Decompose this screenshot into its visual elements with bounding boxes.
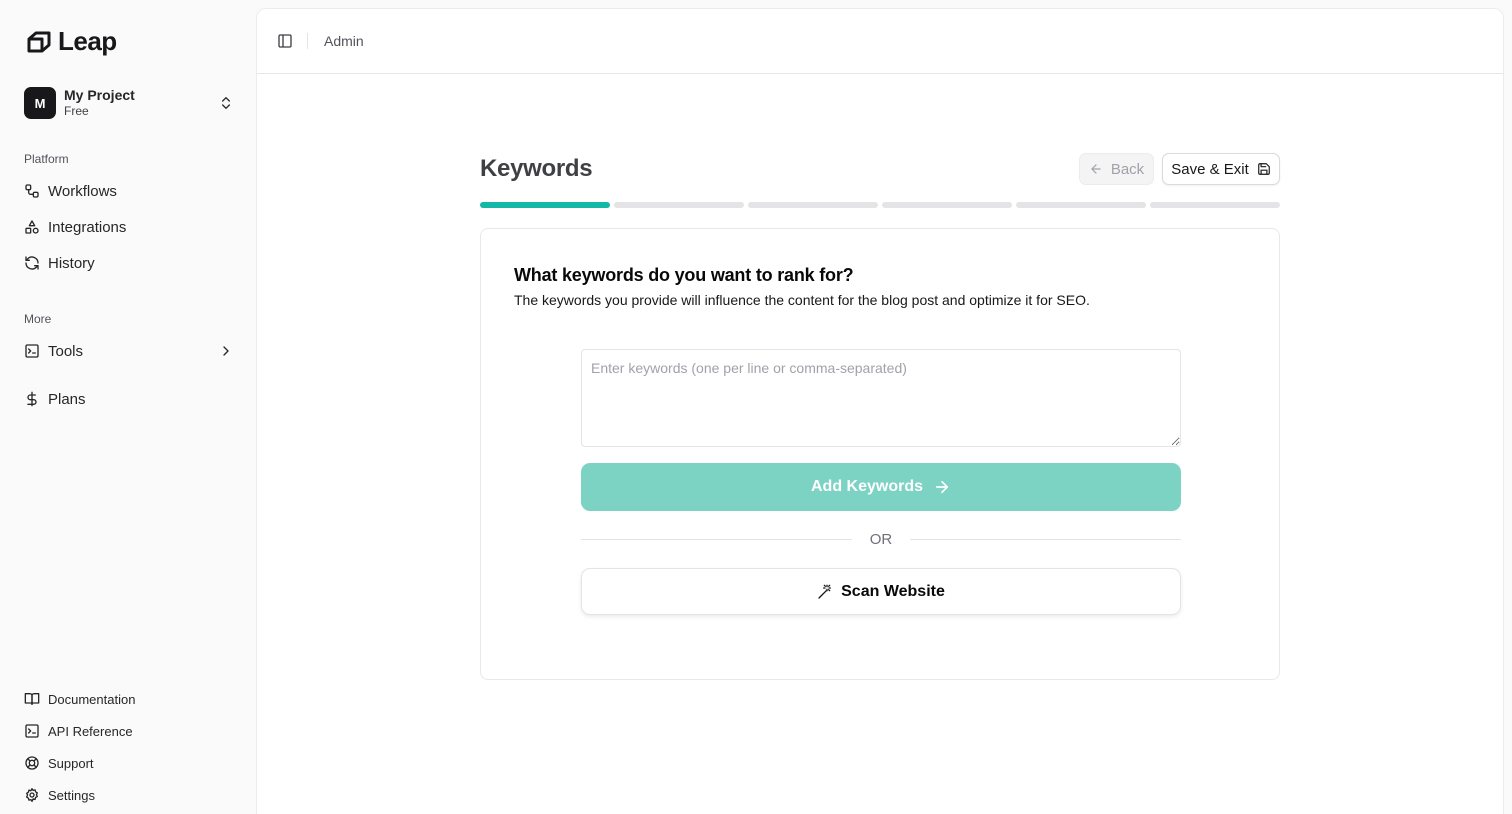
progress-step: [1016, 202, 1146, 208]
main-panel: Admin Keywords Back Save & Exit What key…: [256, 8, 1504, 814]
brand-name: Leap: [58, 26, 117, 56]
sidebar-item-label: Workflows: [48, 182, 117, 200]
back-button[interactable]: Back: [1079, 153, 1154, 185]
shapes-icon: [24, 219, 40, 235]
save-icon: [1257, 162, 1271, 176]
question-title: What keywords do you want to rank for?: [514, 265, 854, 285]
question-description: The keywords you provide will influence …: [514, 292, 1090, 308]
platform-section-label: Platform: [24, 152, 69, 166]
add-keywords-button-label: Add Keywords: [810, 478, 923, 495]
arrow-left-icon: [1089, 162, 1103, 176]
chevrons-up-down-icon: [218, 95, 234, 111]
scan-website-button[interactable]: Scan Website: [581, 568, 1181, 615]
save-exit-button[interactable]: Save & Exit: [1162, 153, 1280, 185]
sidebar-item-settings[interactable]: Settings: [24, 785, 234, 805]
progress-step: [614, 202, 744, 208]
arrow-right-icon: [933, 478, 951, 496]
sidebar-toggle-button[interactable]: [275, 31, 295, 51]
lifebuoy-icon: [24, 755, 40, 771]
or-label: OR: [869, 530, 893, 548]
sidebar-item-label: Settings: [48, 787, 95, 803]
divider-line: [910, 538, 1181, 540]
terminal-icon: [24, 723, 40, 739]
sidebar-item-label: Support: [48, 755, 94, 771]
progress-step: [748, 202, 878, 208]
workflow-icon: [24, 183, 40, 199]
leap-logo-icon: [26, 29, 52, 55]
progress-step: [1150, 202, 1280, 208]
sidebar-item-label: History: [48, 254, 95, 272]
sidebar: Leap M My Project Free Platform Workflow…: [0, 0, 256, 814]
project-info: My Project Free: [64, 87, 218, 119]
panel-left-icon: [277, 33, 293, 49]
more-section-label: More: [24, 312, 52, 326]
topbar: Admin: [257, 9, 1503, 74]
project-switcher[interactable]: M My Project Free: [24, 86, 234, 120]
sidebar-item-label: Tools: [48, 342, 84, 360]
sidebar-item-plans[interactable]: Plans: [24, 388, 234, 410]
project-avatar: M: [24, 87, 56, 119]
gear-icon: [24, 787, 40, 803]
page-title: Keywords: [480, 155, 593, 182]
book-icon: [24, 691, 40, 707]
sidebar-item-history[interactable]: History: [24, 252, 234, 274]
step-progress: [480, 202, 1280, 208]
magic-wand-icon: [817, 584, 833, 600]
breadcrumb[interactable]: Admin: [324, 33, 364, 49]
back-button-label: Back: [1110, 160, 1145, 178]
add-keywords-button[interactable]: Add Keywords: [581, 463, 1181, 511]
divider: [307, 33, 308, 49]
keywords-input[interactable]: [581, 349, 1181, 447]
sidebar-item-workflows[interactable]: Workflows: [24, 180, 234, 202]
sidebar-item-label: API Reference: [48, 723, 133, 739]
sidebar-item-label: Integrations: [48, 218, 127, 236]
sidebar-item-support[interactable]: Support: [24, 753, 234, 773]
progress-step: [882, 202, 1012, 208]
progress-step: [480, 202, 610, 208]
project-plan: Free: [64, 104, 89, 118]
save-exit-button-label: Save & Exit: [1171, 160, 1249, 178]
scan-website-button-label: Scan Website: [841, 582, 945, 600]
sidebar-item-api-reference[interactable]: API Reference: [24, 721, 234, 741]
sidebar-item-documentation[interactable]: Documentation: [24, 689, 234, 709]
sidebar-item-label: Plans: [48, 390, 86, 408]
sidebar-item-tools[interactable]: Tools: [24, 340, 234, 362]
keywords-card: What keywords do you want to rank for? T…: [480, 228, 1280, 680]
sidebar-item-integrations[interactable]: Integrations: [24, 216, 234, 238]
sidebar-item-label: Documentation: [48, 691, 136, 707]
logo[interactable]: Leap: [26, 26, 117, 57]
terminal-icon: [24, 343, 40, 359]
chevron-right-icon: [218, 343, 234, 359]
project-name: My Project: [64, 87, 135, 103]
dollar-icon: [24, 391, 40, 407]
or-divider: OR: [581, 529, 1181, 549]
refresh-icon: [24, 255, 40, 271]
divider-line: [581, 538, 852, 540]
